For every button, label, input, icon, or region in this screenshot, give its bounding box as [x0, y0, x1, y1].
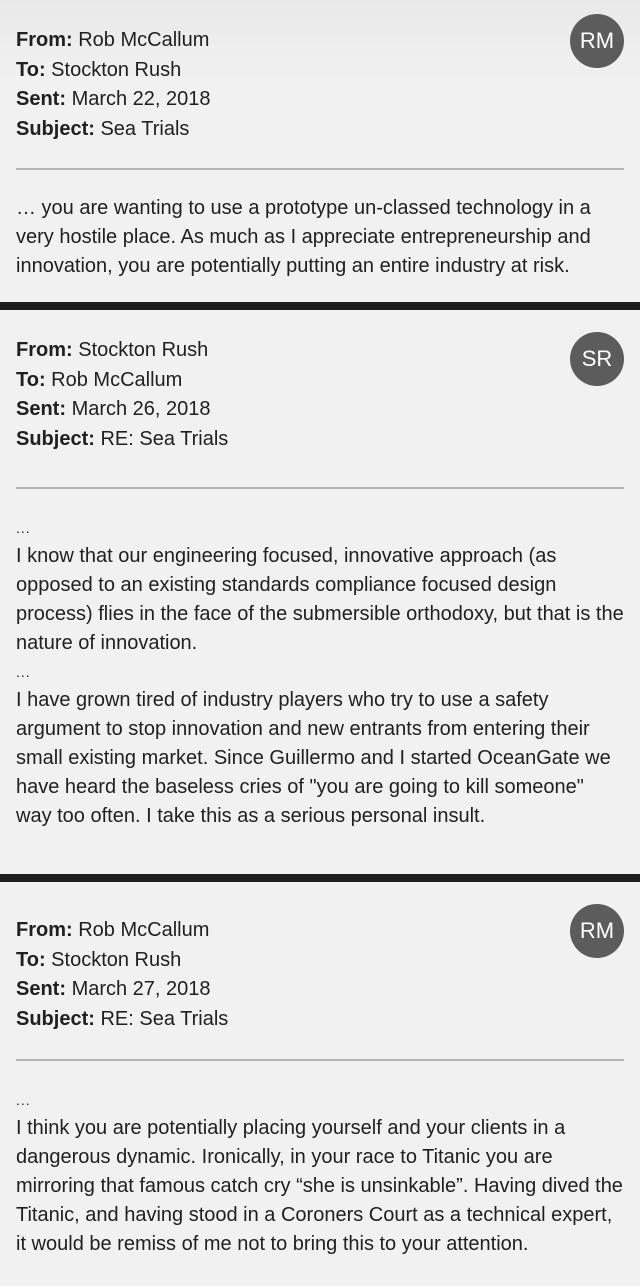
- email-separator: [0, 302, 640, 310]
- sent-value: March 27, 2018: [71, 978, 211, 1000]
- from-label: From:: [16, 919, 73, 941]
- subject-line: Subject: Sea Trials: [16, 115, 211, 145]
- sent-value: March 26, 2018: [71, 398, 211, 420]
- sent-label: Sent:: [16, 88, 66, 110]
- subject-line: Subject: RE: Sea Trials: [16, 425, 228, 455]
- ellipsis: ...: [16, 1092, 31, 1108]
- subject-value: Sea Trials: [100, 117, 190, 140]
- sent-label: Sent:: [16, 978, 66, 1000]
- from-value: Rob McCallum: [78, 29, 210, 51]
- sent-label: Sent:: [16, 398, 66, 420]
- email-headers: From: Stockton Rush To: Rob McCallum Sen…: [16, 336, 228, 454]
- body-paragraph: I know that our engineering focused, inn…: [16, 545, 624, 654]
- to-line: To: Stockton Rush: [16, 56, 211, 86]
- email-card: From: Rob McCallum To: Stockton Rush Sen…: [0, 0, 640, 302]
- body-paragraph: … you are wanting to use a prototype un-…: [16, 197, 591, 277]
- sent-value: March 22, 2018: [71, 88, 211, 110]
- from-line: From: Rob McCallum: [16, 916, 228, 946]
- to-label: To:: [16, 58, 46, 81]
- ellipsis: ...: [16, 520, 31, 536]
- avatar: RM: [570, 904, 624, 958]
- email-headers: From: Rob McCallum To: Stockton Rush Sen…: [16, 916, 228, 1034]
- from-line: From: Stockton Rush: [16, 336, 228, 366]
- divider: [16, 168, 624, 170]
- subject-value: RE: Sea Trials: [100, 427, 229, 450]
- to-value: Stockton Rush: [51, 58, 182, 81]
- to-line: To: Rob McCallum: [16, 366, 228, 396]
- email-card: From: Stockton Rush To: Rob McCallum Sen…: [0, 310, 640, 874]
- from-line: From: Rob McCallum: [16, 26, 211, 56]
- from-value: Rob McCallum: [78, 919, 210, 941]
- to-label: To:: [16, 948, 46, 971]
- email-separator: [0, 874, 640, 882]
- avatar: SR: [570, 332, 624, 386]
- from-label: From:: [16, 339, 73, 361]
- email-card: From: Rob McCallum To: Stockton Rush Sen…: [0, 882, 640, 1286]
- from-label: From:: [16, 29, 73, 51]
- to-label: To:: [16, 368, 46, 391]
- subject-line: Subject: RE: Sea Trials: [16, 1005, 228, 1035]
- email-body: … you are wanting to use a prototype un-…: [16, 194, 624, 281]
- email-headers: From: Rob McCallum To: Stockton Rush Sen…: [16, 26, 211, 144]
- divider: [16, 487, 624, 489]
- subject-label: Subject:: [16, 427, 95, 450]
- to-value: Stockton Rush: [51, 948, 182, 971]
- subject-value: RE: Sea Trials: [100, 1007, 229, 1030]
- subject-label: Subject:: [16, 1007, 95, 1030]
- body-paragraph: I think you are potentially placing your…: [16, 1117, 623, 1255]
- email-body: ... I think you are potentially placing …: [16, 1086, 624, 1259]
- subject-label: Subject:: [16, 117, 95, 140]
- avatar: RM: [570, 14, 624, 68]
- body-paragraph: I have grown tired of industry players w…: [16, 689, 611, 827]
- divider: [16, 1059, 624, 1061]
- to-value: Rob McCallum: [51, 368, 183, 391]
- ellipsis: ...: [16, 664, 31, 680]
- sent-line: Sent: March 22, 2018: [16, 85, 211, 115]
- sent-line: Sent: March 27, 2018: [16, 975, 228, 1005]
- email-body: ... I know that our engineering focused,…: [16, 514, 624, 831]
- sent-line: Sent: March 26, 2018: [16, 395, 228, 425]
- to-line: To: Stockton Rush: [16, 946, 228, 976]
- from-value: Stockton Rush: [78, 339, 209, 361]
